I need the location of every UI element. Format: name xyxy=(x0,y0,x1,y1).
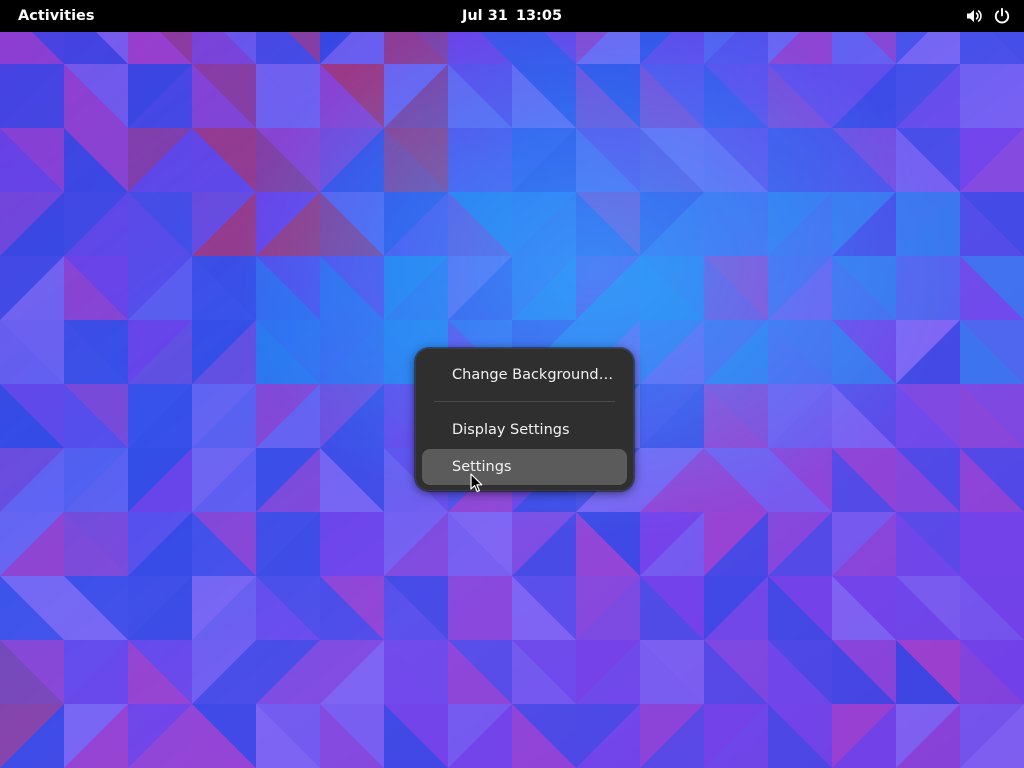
activities-button[interactable]: Activities xyxy=(8,3,105,29)
power-icon xyxy=(994,7,1010,24)
clock-time: 13:05 xyxy=(515,8,563,24)
system-status-area[interactable] xyxy=(958,3,1018,29)
menu-separator xyxy=(434,401,615,402)
clock-date: Jul 31 xyxy=(461,8,508,24)
mouse-pointer-icon xyxy=(470,473,483,493)
menu-item-change-background[interactable]: Change Background… xyxy=(422,357,627,393)
clock-button[interactable]: Jul 31 13:05 xyxy=(452,3,572,29)
volume-icon xyxy=(967,10,982,22)
desktop-context-menu: Change Background… Display Settings Sett… xyxy=(415,348,634,491)
menu-item-settings[interactable]: Settings xyxy=(422,449,627,485)
menu-item-display-settings[interactable]: Display Settings xyxy=(422,412,627,448)
top-bar: Activities Jul 31 13:05 xyxy=(0,0,1024,32)
